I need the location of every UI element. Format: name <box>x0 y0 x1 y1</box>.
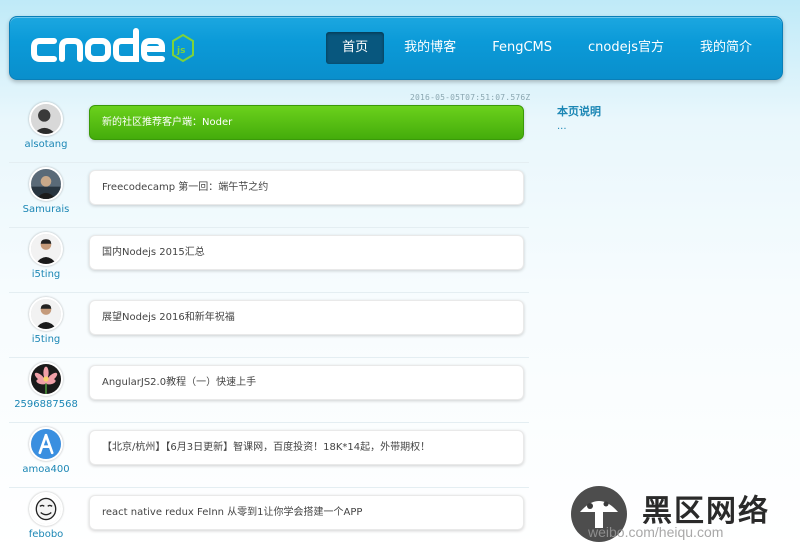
topic-author: 2596887568 <box>9 362 83 410</box>
table-row: alsotang 新的社区推荐客户端：Noder <box>9 98 529 163</box>
username-link[interactable]: febobo <box>9 529 83 540</box>
topic-title-link[interactable]: 国内Nodejs 2015汇总 <box>89 235 524 270</box>
nav-my-blog[interactable]: 我的博客 <box>388 32 472 64</box>
username-link[interactable]: 2596887568 <box>9 399 83 410</box>
avatar[interactable] <box>29 232 63 266</box>
avatar[interactable] <box>29 427 63 461</box>
avatar[interactable] <box>29 362 63 396</box>
topic-list: alsotang 新的社区推荐客户端：Noder Samurais Freeco… <box>9 98 529 550</box>
table-row: Samurais Freecodecamp 第一回：端午节之约 <box>9 163 529 228</box>
topic-title-link[interactable]: react native redux FeInn 从零到1让你学会搭建一个APP <box>89 495 524 530</box>
topic-title-link[interactable]: 新的社区推荐客户端：Noder <box>89 105 524 140</box>
cnode-logo[interactable]: js <box>26 27 196 71</box>
topic-author: amoa400 <box>9 427 83 475</box>
username-link[interactable]: amoa400 <box>9 464 83 475</box>
sidebar: 本页说明 ... <box>557 103 777 132</box>
watermark-site: weibo.com/heiqu.com <box>588 524 724 540</box>
site-header: js 首页 我的博客 FengCMS cnodejs官方 我的简介 <box>9 16 783 80</box>
username-link[interactable]: Samurais <box>9 204 83 215</box>
username-link[interactable]: i5ting <box>9 269 83 280</box>
topic-title-link[interactable]: AngularJS2.0教程（一）快速上手 <box>89 365 524 400</box>
table-row: i5ting 国内Nodejs 2015汇总 <box>9 228 529 293</box>
username-link[interactable]: i5ting <box>9 334 83 345</box>
topic-author: febobo <box>9 492 83 540</box>
nav-my-profile[interactable]: 我的简介 <box>684 32 768 64</box>
nav-fengcms[interactable]: FengCMS <box>476 32 568 64</box>
table-row: i5ting 展望Nodejs 2016和新年祝福 <box>9 293 529 358</box>
topic-author: Samurais <box>9 167 83 215</box>
avatar[interactable] <box>29 102 63 136</box>
avatar[interactable] <box>29 167 63 201</box>
nav-home[interactable]: 首页 <box>326 32 385 64</box>
nav-cnodejs-official[interactable]: cnodejs官方 <box>572 32 680 64</box>
watermark: 黑区网络 weibo.com/heiqu.com <box>566 484 796 546</box>
sidebar-title: 本页说明 <box>557 105 601 118</box>
table-row: 2596887568 AngularJS2.0教程（一）快速上手 <box>9 358 529 423</box>
topic-title-link[interactable]: 展望Nodejs 2016和新年祝福 <box>89 300 524 335</box>
svg-text:js: js <box>176 46 185 56</box>
topic-title-link[interactable]: Freecodecamp 第一回：端午节之约 <box>89 170 524 205</box>
avatar[interactable] <box>29 297 63 331</box>
topic-title-link[interactable]: 【北京/杭州】【6月3日更新】智课网，百度投资！18K*14起，外带期权！ <box>89 430 524 465</box>
topic-author: alsotang <box>9 102 83 150</box>
table-row: febobo react native redux FeInn 从零到1让你学会… <box>9 488 529 550</box>
topic-author: i5ting <box>9 297 83 345</box>
main-nav: 首页 我的博客 FengCMS cnodejs官方 我的简介 <box>326 32 768 64</box>
table-row: amoa400 【北京/杭州】【6月3日更新】智课网，百度投资！18K*14起，… <box>9 423 529 488</box>
username-link[interactable]: alsotang <box>9 139 83 150</box>
avatar[interactable] <box>29 492 63 526</box>
topic-author: i5ting <box>9 232 83 280</box>
sidebar-text: ... <box>557 121 567 132</box>
